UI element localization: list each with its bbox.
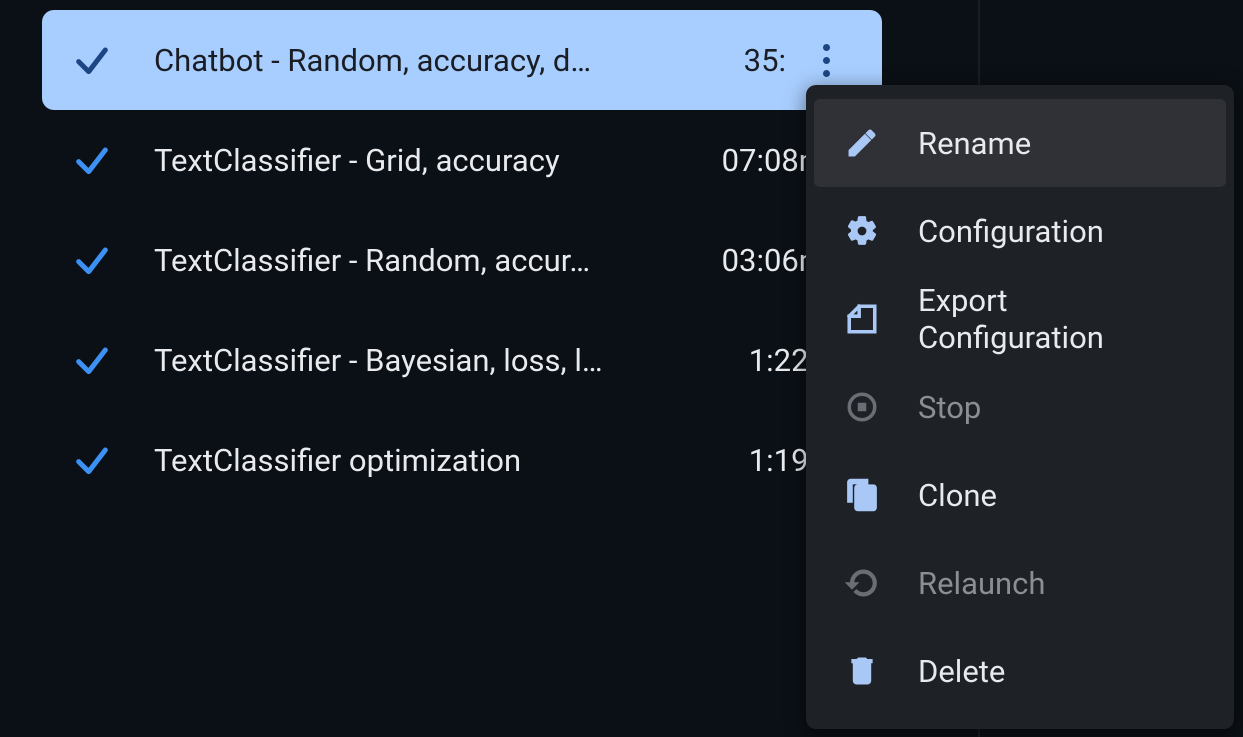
experiment-row[interactable]: TextClassifier - Bayesian, loss, l… 1:22…: [42, 310, 882, 410]
export-icon: [842, 299, 882, 339]
menu-item-rename[interactable]: Rename: [814, 99, 1226, 187]
menu-label: Stop: [918, 389, 981, 426]
experiment-name: TextClassifier - Random, accur…: [154, 242, 722, 279]
menu-item-configuration[interactable]: Configuration: [806, 187, 1234, 275]
relaunch-icon: [842, 563, 882, 603]
check-icon: [70, 238, 114, 282]
experiment-row[interactable]: TextClassifier - Random, accur… 03:06m: [42, 210, 882, 310]
stop-icon: [842, 387, 882, 427]
menu-item-stop: Stop: [806, 363, 1234, 451]
menu-item-export-configuration[interactable]: Export Configuration: [806, 275, 1234, 363]
menu-label: Rename: [918, 125, 1031, 162]
check-icon: [70, 138, 114, 182]
experiment-list: Chatbot - Random, accuracy, d… 35: TextC…: [42, 0, 882, 520]
clone-icon: [842, 475, 882, 515]
experiment-row[interactable]: Chatbot - Random, accuracy, d… 35:: [42, 10, 882, 110]
menu-label: Clone: [918, 477, 997, 514]
check-icon: [70, 338, 114, 382]
menu-label: Relaunch: [918, 565, 1045, 602]
check-icon: [70, 38, 114, 82]
experiment-name: TextClassifier - Grid, accuracy: [154, 142, 722, 179]
edit-icon: [842, 123, 882, 163]
menu-label: Export Configuration: [918, 282, 1198, 356]
menu-label: Configuration: [918, 213, 1104, 250]
menu-label: Delete: [918, 653, 1005, 690]
menu-item-relaunch: Relaunch: [806, 539, 1234, 627]
gear-icon: [842, 211, 882, 251]
experiment-name: TextClassifier optimization: [154, 442, 749, 479]
check-icon: [70, 438, 114, 482]
experiment-name: TextClassifier - Bayesian, loss, l…: [154, 342, 749, 379]
experiment-row[interactable]: TextClassifier - Grid, accuracy 07:08m: [42, 110, 882, 210]
experiment-row[interactable]: TextClassifier optimization 1:19d: [42, 410, 882, 510]
experiment-name: Chatbot - Random, accuracy, d…: [154, 42, 744, 79]
menu-item-clone[interactable]: Clone: [806, 451, 1234, 539]
experiment-duration: 35:: [744, 42, 786, 79]
context-menu: Rename Configuration Export Configuratio…: [806, 85, 1234, 729]
more-vert-icon: [823, 44, 830, 77]
kebab-menu-button[interactable]: [806, 40, 846, 80]
delete-icon: [842, 651, 882, 691]
menu-item-delete[interactable]: Delete: [806, 627, 1234, 715]
